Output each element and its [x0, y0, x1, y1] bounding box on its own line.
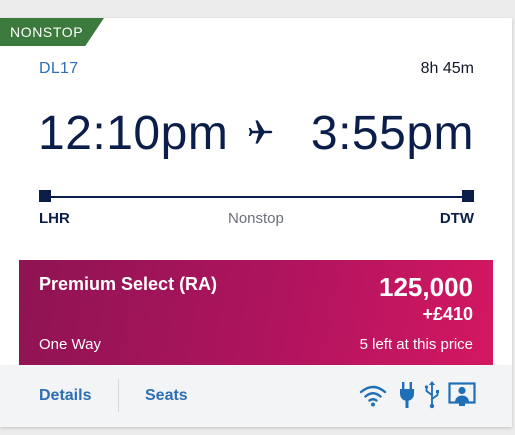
fare-miles: 125,000: [379, 272, 473, 302]
power-outlet-icon: [400, 382, 414, 408]
fare-cash: +£410: [422, 304, 473, 324]
airplane-icon: [248, 120, 273, 144]
stops-label: Nonstop: [228, 210, 284, 227]
card-footer: Details Seats: [0, 365, 512, 427]
wifi-icon: [359, 385, 387, 407]
departure-time: 12:10pm: [38, 107, 229, 160]
flight-duration: 8h 45m: [420, 60, 474, 77]
usb-icon: [424, 381, 439, 409]
fare-cabin-name: Premium Select (RA): [39, 274, 218, 294]
footer-divider: [118, 379, 119, 412]
personal-entertainment-icon: [448, 382, 476, 406]
origin-marker: [39, 190, 51, 202]
destination-marker: [462, 190, 474, 202]
fare-option-premium-select[interactable]: Premium Select (RA) 125,000 +£410 One Wa…: [19, 260, 493, 367]
route-line: [39, 190, 474, 204]
destination-airport: DTW: [439, 210, 474, 227]
flight-card[interactable]: NONSTOP DL17 8h 45m 12:10pm 3:55pm LHR N…: [0, 18, 512, 427]
seats-link[interactable]: Seats: [145, 387, 188, 405]
route-segment: [45, 196, 468, 198]
trip-type: One Way: [39, 336, 101, 353]
nonstop-badge: NONSTOP: [0, 18, 104, 46]
fare-availability: 5 left at this price: [359, 336, 473, 353]
origin-airport: LHR: [39, 210, 70, 227]
details-link[interactable]: Details: [39, 387, 91, 405]
flight-number: DL17: [39, 60, 79, 77]
arrival-time: 3:55pm: [310, 107, 474, 160]
